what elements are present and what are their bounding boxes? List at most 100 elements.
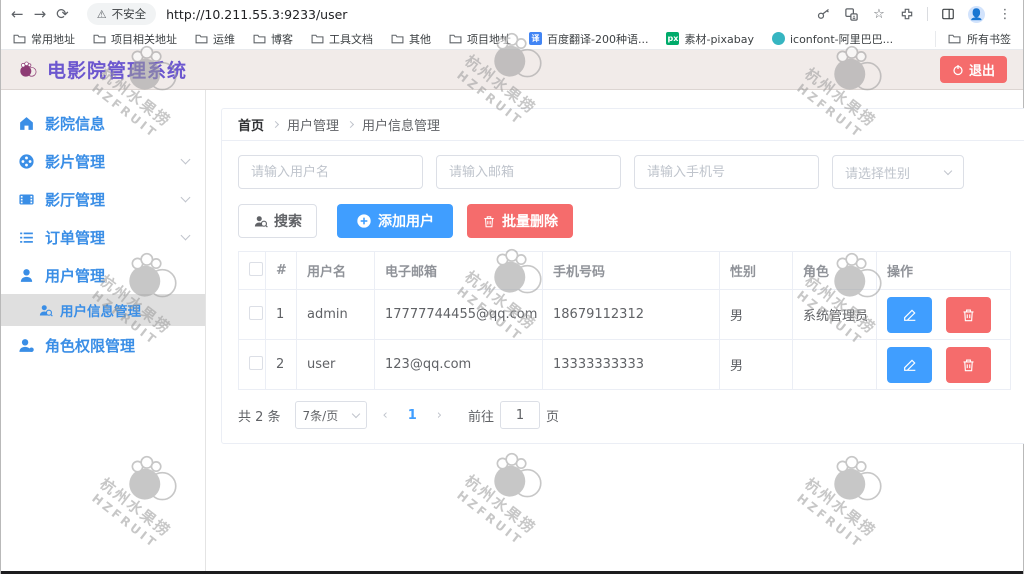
browser-toolbar: ← → ⟳ ⚠ 不安全 http://10.211.55.3:9233/user…: [1, 0, 1023, 28]
bookmark-folder[interactable]: 博客: [253, 31, 293, 47]
filter-bar: 请选择性别: [238, 155, 1011, 189]
search-button[interactable]: 搜索: [238, 204, 317, 238]
delete-button[interactable]: [946, 346, 992, 383]
next-page-button[interactable]: ›: [429, 408, 450, 423]
cell-phone: 18679112312: [542, 289, 720, 340]
col-actions: 操作: [876, 251, 1011, 290]
app-title: 电影院管理系统: [47, 60, 188, 82]
reload-icon[interactable]: ⟳: [56, 6, 69, 22]
chevron-down-icon: [180, 154, 191, 164]
back-icon[interactable]: ←: [11, 6, 24, 22]
sidebar-subitem-user-info-management[interactable]: 用户信息管理: [1, 294, 205, 326]
sidebar-item-user-management[interactable]: 用户管理: [1, 256, 205, 294]
cell-email: 123@qq.com: [374, 339, 543, 390]
menu-dots-icon[interactable]: ⋮: [997, 6, 1013, 22]
sidebar-item-order-management[interactable]: 订单管理: [1, 218, 205, 256]
folder-icon: [13, 33, 26, 44]
sidebar-item-role-permission[interactable]: 角色权限管理: [1, 326, 205, 364]
bookmark-link-translate[interactable]: 译 百度翻译-200种语...: [529, 31, 648, 47]
bookmark-folder[interactable]: 项目地址: [449, 31, 511, 47]
col-email: 电子邮箱: [374, 251, 543, 290]
security-chip[interactable]: ⚠ 不安全: [86, 3, 157, 25]
trash-icon: [963, 308, 974, 321]
email-input[interactable]: [436, 155, 621, 189]
phone-input[interactable]: [634, 155, 819, 189]
breadcrumb-user-management[interactable]: 用户管理: [287, 115, 339, 134]
list-icon: [17, 228, 35, 246]
folder-icon: [391, 33, 404, 44]
extensions-icon[interactable]: [899, 6, 915, 22]
col-role: 角色: [792, 251, 877, 290]
edit-button[interactable]: [887, 296, 932, 333]
cell-index: 2: [265, 339, 297, 390]
url-bar[interactable]: http://10.211.55.3:9233/user: [166, 7, 347, 22]
header-checkbox-cell: [238, 251, 266, 290]
bookmark-folder[interactable]: 工具文档: [311, 31, 373, 47]
folder-icon: [253, 33, 266, 44]
bookmark-link-pixabay[interactable]: px 素材-pixabay: [666, 31, 754, 47]
row-checkbox[interactable]: [249, 355, 263, 370]
profile-avatar[interactable]: 👤: [968, 5, 985, 23]
all-bookmarks[interactable]: 所有书签: [935, 30, 1011, 47]
chevron-down-icon: [180, 230, 191, 240]
side-panel-icon[interactable]: [940, 6, 956, 22]
bookmark-star-icon[interactable]: ☆: [871, 6, 887, 22]
breadcrumb-home[interactable]: 首页: [238, 115, 264, 134]
baidu-translate-icon: 译: [529, 32, 542, 45]
bookmark-folder[interactable]: 常用地址: [13, 31, 75, 47]
batch-delete-button[interactable]: 批量删除: [467, 204, 573, 238]
add-user-button[interactable]: 添加用户: [337, 204, 453, 238]
bookmark-folder[interactable]: 项目相关地址: [93, 31, 177, 47]
translate-icon[interactable]: [843, 6, 859, 22]
folder-icon: [449, 33, 462, 44]
sidebar: 影院信息 影片管理 影厅管理 订单管理 用户管理 用户信息管理 角色权限管理: [1, 90, 206, 571]
breadcrumb-user-info-management[interactable]: 用户信息管理: [362, 115, 440, 134]
col-phone: 手机号码: [542, 251, 720, 290]
col-username: 用户名: [296, 251, 375, 290]
iconfont-icon: [771, 32, 785, 45]
chevron-down-icon: [351, 409, 360, 418]
table-header-row: # 用户名 电子邮箱 手机号码 性别 角色 操作: [238, 251, 1011, 290]
folder-icon: [195, 33, 208, 44]
page-size-select[interactable]: 7条/页: [294, 401, 367, 429]
sidebar-item-cinema-info[interactable]: 影院信息: [1, 104, 205, 142]
sidebar-item-film-management[interactable]: 影片管理: [1, 142, 205, 180]
bookmark-link-iconfont[interactable]: iconfont-阿里巴巴...: [771, 31, 893, 47]
prev-page-button[interactable]: ‹: [375, 408, 396, 423]
table-row: 1 admin 17777744455@qq.com 18679112312 男…: [238, 289, 1011, 340]
total-count: 共 2 条: [238, 409, 281, 425]
gender-select[interactable]: 请选择性别: [832, 155, 964, 189]
chevron-right-icon: [271, 120, 280, 129]
chevron-down-icon: [180, 192, 191, 202]
user-table: # 用户名 电子邮箱 手机号码 性别 角色 操作 1 admin 1777774…: [238, 251, 1011, 390]
user-search-icon: [37, 302, 53, 318]
toolbar-divider: [927, 7, 928, 21]
bookmark-folder[interactable]: 运维: [195, 31, 235, 47]
select-all-checkbox[interactable]: [249, 261, 263, 276]
goto-page: 前往 页: [468, 401, 559, 429]
cell-email: 17777744455@qq.com: [374, 289, 543, 340]
content-card: 首页 用户管理 用户信息管理 请选择性别: [221, 108, 1024, 444]
edit-icon: [903, 358, 916, 371]
username-input[interactable]: [238, 155, 423, 189]
current-page[interactable]: 1: [404, 408, 421, 423]
password-key-icon[interactable]: [815, 6, 831, 22]
forward-icon[interactable]: →: [34, 6, 47, 22]
goto-page-input[interactable]: [500, 401, 541, 429]
row-checkbox[interactable]: [249, 305, 263, 320]
cell-actions: [876, 339, 1011, 390]
bookmark-folder[interactable]: 其他: [391, 31, 431, 47]
edit-button[interactable]: [887, 346, 932, 383]
security-label: 不安全: [111, 7, 147, 21]
pagination: 共 2 条 7条/页 ‹ 1 › 前往 页: [238, 401, 1011, 429]
logout-button[interactable]: 退出: [939, 56, 1007, 83]
sidebar-item-hall-management[interactable]: 影厅管理: [1, 180, 205, 218]
cell-actions: [876, 289, 1011, 340]
folder-icon: [948, 33, 961, 44]
film-strip-icon: [17, 190, 35, 208]
warning-icon: ⚠: [96, 7, 107, 21]
delete-button[interactable]: [946, 296, 992, 333]
col-index: #: [265, 251, 297, 290]
power-icon: [953, 64, 963, 75]
folder-icon: [93, 33, 106, 44]
